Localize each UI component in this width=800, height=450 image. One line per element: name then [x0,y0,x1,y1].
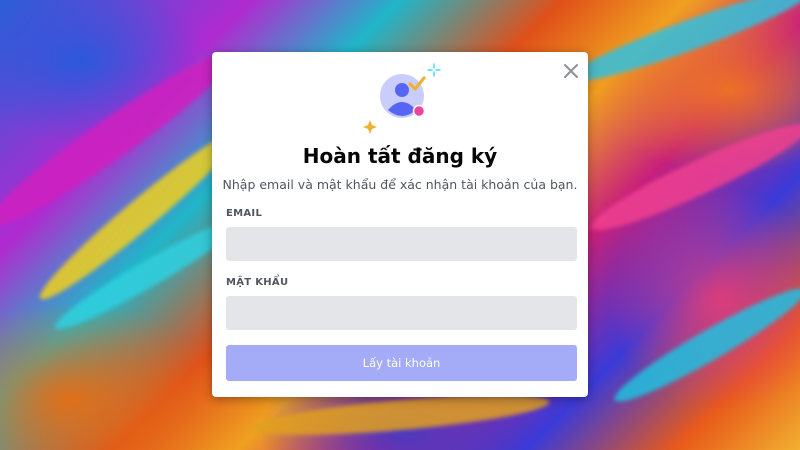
illustration [362,62,442,134]
modal-subtitle: Nhập email và mật khẩu để xác nhận tài k… [222,177,578,192]
signup-modal: Hoàn tất đăng ký Nhập email và mật khẩu … [212,52,588,397]
password-field[interactable] [226,296,577,330]
user-avatar-check-icon [363,63,441,134]
get-account-button[interactable]: Lấy tài khoản [226,345,577,381]
close-button[interactable] [561,61,581,81]
email-field[interactable] [226,227,577,261]
password-label: MẬT KHẨU [226,277,289,288]
sparkle-icon [427,63,441,77]
close-icon [564,64,578,78]
email-label: EMAIL [226,208,263,219]
modal-title: Hoàn tất đăng ký [302,144,498,168]
